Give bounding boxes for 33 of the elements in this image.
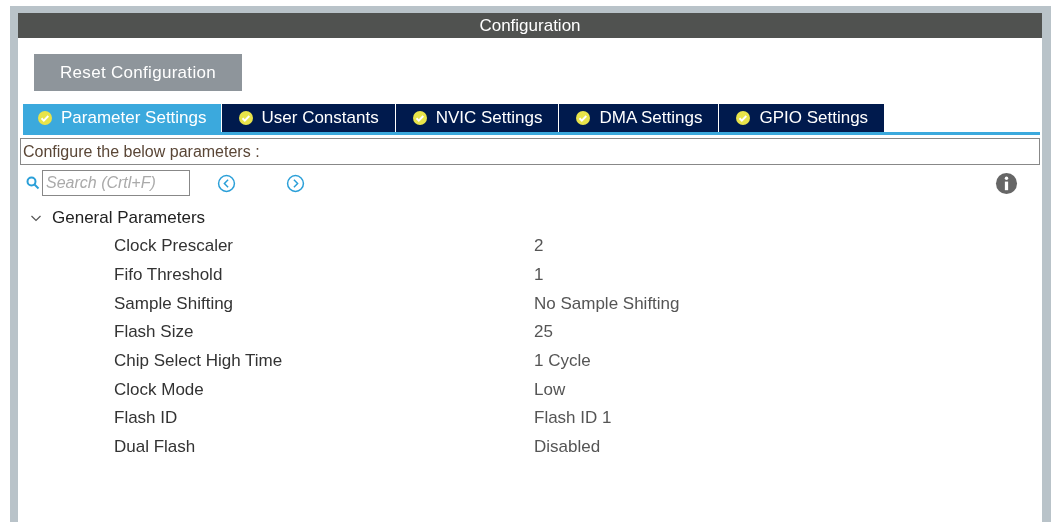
check-icon — [575, 110, 592, 126]
check-icon — [237, 110, 254, 126]
parameter-name[interactable]: Clock Mode — [114, 379, 534, 400]
description-field: Configure the below parameters : — [20, 138, 1040, 165]
parameter-name[interactable]: Flash Size — [114, 322, 534, 343]
parameter-name[interactable]: Chip Select High Time — [114, 351, 534, 372]
tab[interactable]: User Constants — [221, 104, 396, 132]
tab[interactable]: DMA Settings — [559, 104, 720, 132]
parameter-name[interactable]: Sample Shifting — [114, 293, 534, 314]
parameter-value[interactable]: 25 — [534, 322, 553, 343]
check-icon — [411, 110, 428, 126]
info-icon[interactable] — [995, 171, 1018, 195]
previous-icon[interactable] — [217, 173, 236, 193]
check-icon — [37, 110, 53, 126]
parameter-value[interactable]: Low — [534, 379, 566, 400]
check-icon — [735, 110, 752, 126]
parameter-value[interactable]: 1 Cycle — [534, 351, 591, 372]
tab[interactable]: NVIC Settings — [395, 104, 560, 132]
group-label[interactable]: General Parameters — [52, 207, 206, 228]
parameter-value[interactable]: 2 — [534, 236, 544, 257]
search-icon — [26, 176, 40, 190]
parameter-name[interactable]: Clock Prescaler — [114, 236, 534, 257]
window-title: Configuration — [18, 13, 1042, 38]
parameter-name[interactable]: Fifo Threshold — [114, 265, 534, 286]
search-field[interactable]: Search (Crtl+F) — [42, 170, 190, 196]
parameter-value[interactable]: 1 — [534, 265, 544, 286]
parameter-value[interactable]: No Sample Shifting — [534, 293, 680, 314]
parameter-value[interactable]: Disabled — [534, 437, 601, 458]
parameter-value[interactable]: Flash ID 1 — [534, 408, 612, 429]
parameter-name[interactable]: Flash ID — [114, 408, 534, 429]
next-icon[interactable] — [286, 173, 305, 193]
tab[interactable]: GPIO Settings — [719, 104, 886, 132]
parameter-name[interactable]: Dual Flash — [114, 437, 534, 458]
